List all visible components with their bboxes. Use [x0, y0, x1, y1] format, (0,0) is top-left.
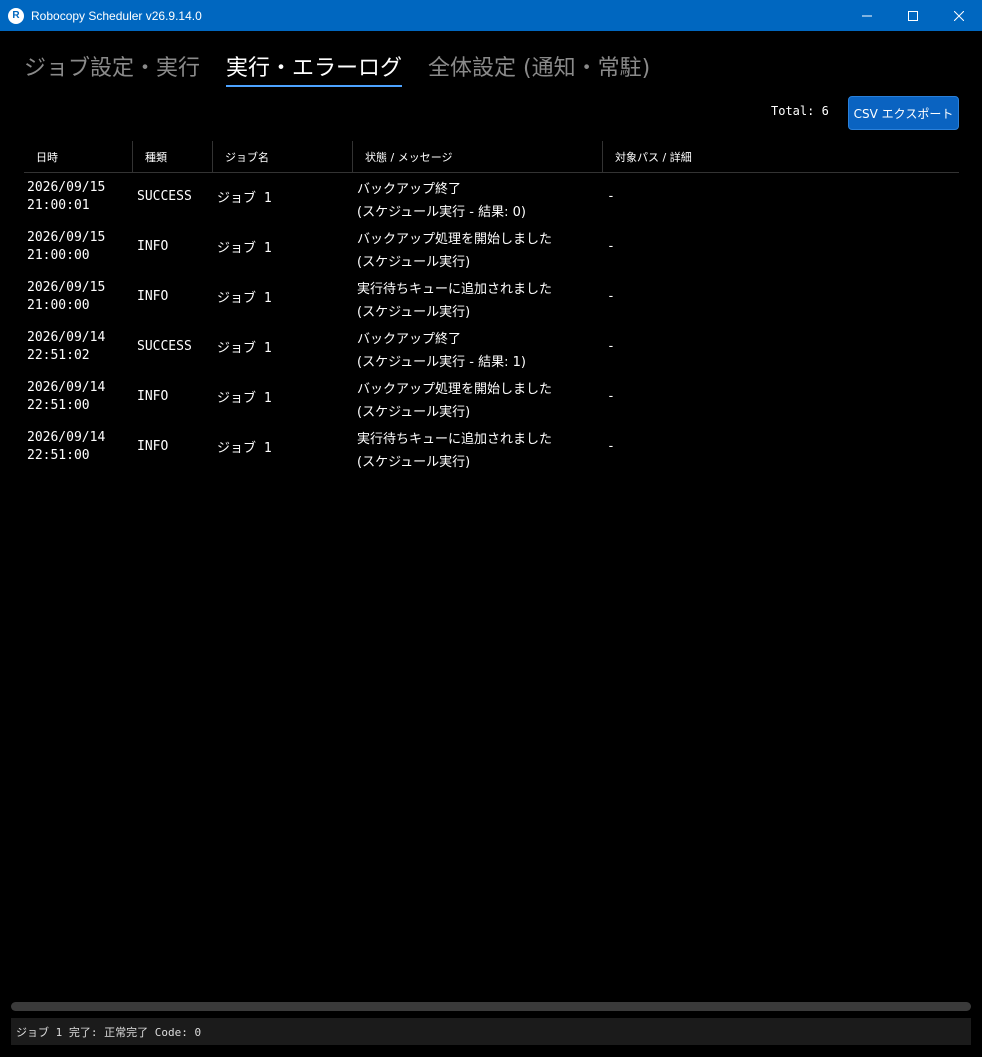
minimize-icon	[862, 15, 872, 16]
cell-type: INFO	[137, 239, 169, 254]
cell-datetime: 2026/09/15 21:00:01	[24, 173, 133, 223]
log-table: 日時 種類 ジョブ名 状態 / メッセージ 対象パス / 詳細 2026/09/15 21…	[24, 141, 959, 473]
app-logo-icon: R	[8, 7, 24, 24]
table-row[interactable]: 2026/09/14 22:51:00 INFO ジョブ 1 バックアップ処理を開始しま…	[24, 373, 959, 423]
header-job-name[interactable]: ジョブ名	[213, 141, 353, 172]
maximize-button[interactable]	[890, 0, 936, 31]
cell-time: 21:00:00	[27, 298, 90, 313]
tab-job-settings[interactable]: ジョブ設定・実行	[24, 50, 200, 87]
cell-message: バックアップ終了 (スケジュール実行 - 結果: 0)	[353, 173, 603, 223]
cell-time: 22:51:02	[27, 348, 90, 363]
window-controls	[844, 0, 982, 31]
cell-datetime: 2026/09/15 21:00:00	[24, 273, 133, 323]
close-icon	[954, 10, 964, 21]
cell-date: 2026/09/15	[27, 280, 106, 295]
cell-message-line1: バックアップ処理を開始しました	[357, 232, 553, 247]
cell-type: INFO	[137, 289, 169, 304]
cell-message-line1: 実行待ちキューに追加されました	[357, 282, 553, 297]
cell-message-line2: (スケジュール実行)	[357, 455, 471, 470]
tab-global-settings[interactable]: 全体設定 (通知・常駐)	[428, 50, 650, 87]
cell-message-line1: バックアップ処理を開始しました	[357, 382, 553, 397]
cell-type: INFO	[137, 439, 169, 454]
cell-type: SUCCESS	[137, 339, 192, 354]
cell-type: INFO	[137, 389, 169, 404]
cell-job-name: ジョブ 1	[217, 241, 272, 256]
cell-date: 2026/09/14	[27, 380, 106, 395]
cell-type: SUCCESS	[137, 189, 192, 204]
cell-time: 22:51:00	[27, 398, 90, 413]
cell-datetime: 2026/09/15 21:00:00	[24, 223, 133, 273]
cell-date: 2026/09/15	[27, 230, 106, 245]
cell-detail: -	[607, 289, 615, 304]
maximize-icon	[908, 10, 918, 21]
header-type[interactable]: 種類	[133, 141, 213, 172]
cell-message-line2: (スケジュール実行 - 結果: 0)	[357, 205, 526, 220]
cell-message: バックアップ終了 (スケジュール実行 - 結果: 1)	[353, 323, 603, 373]
cell-message: 実行待ちキューに追加されました (スケジュール実行)	[353, 273, 603, 323]
cell-message-line1: 実行待ちキューに追加されました	[357, 432, 553, 447]
title-bar: R Robocopy Scheduler v26.9.14.0	[0, 0, 982, 31]
cell-job-name: ジョブ 1	[217, 291, 272, 306]
header-target-path[interactable]: 対象パス / 詳細	[603, 141, 959, 172]
minimize-button[interactable]	[844, 0, 890, 31]
table-row[interactable]: 2026/09/15 21:00:00 INFO ジョブ 1 バックアップ処理を開始しま…	[24, 223, 959, 273]
header-datetime[interactable]: 日時	[24, 141, 133, 172]
close-button[interactable]	[936, 0, 982, 31]
tab-bar: ジョブ設定・実行 実行・エラーログ 全体設定 (通知・常駐)	[24, 50, 676, 90]
table-row[interactable]: 2026/09/14 22:51:00 INFO ジョブ 1 実行待ちキューに追加されま…	[24, 423, 959, 473]
cell-time: 22:51:00	[27, 448, 90, 463]
header-status-message[interactable]: 状態 / メッセージ	[353, 141, 603, 172]
cell-job-name: ジョブ 1	[217, 441, 272, 456]
cell-detail: -	[607, 339, 615, 354]
table-row[interactable]: 2026/09/14 22:51:02 SUCCESS ジョブ 1 バックアップ終了 (ス…	[24, 323, 959, 373]
cell-message: バックアップ処理を開始しました (スケジュール実行)	[353, 223, 603, 273]
cell-time: 21:00:00	[27, 248, 90, 263]
cell-message-line2: (スケジュール実行 - 結果: 1)	[357, 355, 526, 370]
tab-execution-log[interactable]: 実行・エラーログ	[226, 50, 403, 87]
cell-date: 2026/09/14	[27, 430, 106, 445]
window-title: Robocopy Scheduler v26.9.14.0	[31, 8, 202, 23]
total-count: Total: 6	[771, 104, 829, 118]
cell-datetime: 2026/09/14 22:51:02	[24, 323, 133, 373]
cell-datetime: 2026/09/14 22:51:00	[24, 423, 133, 473]
horizontal-scrollbar[interactable]	[11, 1002, 971, 1011]
cell-message: 実行待ちキューに追加されました (スケジュール実行)	[353, 423, 603, 473]
cell-message: バックアップ処理を開始しました (スケジュール実行)	[353, 373, 603, 423]
table-row[interactable]: 2026/09/15 21:00:00 INFO ジョブ 1 実行待ちキューに追加されま…	[24, 273, 959, 323]
cell-message-line2: (スケジュール実行)	[357, 255, 471, 270]
cell-message-line1: バックアップ終了	[357, 182, 462, 197]
table-header: 日時 種類 ジョブ名 状態 / メッセージ 対象パス / 詳細	[24, 141, 959, 173]
table-row[interactable]: 2026/09/15 21:00:01 SUCCESS ジョブ 1 バックアップ終了 (ス…	[24, 173, 959, 223]
table-body: 2026/09/15 21:00:01 SUCCESS ジョブ 1 バックアップ終了 (ス…	[24, 173, 959, 473]
cell-detail: -	[607, 239, 615, 254]
cell-job-name: ジョブ 1	[217, 341, 272, 356]
status-text: ジョブ 1 完了: 正常完了 Code: 0	[16, 1025, 202, 1039]
cell-job-name: ジョブ 1	[217, 191, 272, 206]
cell-datetime: 2026/09/14 22:51:00	[24, 373, 133, 423]
cell-detail: -	[607, 389, 615, 404]
cell-message-line1: バックアップ終了	[357, 332, 462, 347]
cell-message-line2: (スケジュール実行)	[357, 405, 471, 420]
cell-detail: -	[607, 189, 615, 204]
cell-detail: -	[607, 439, 615, 454]
cell-message-line2: (スケジュール実行)	[357, 305, 471, 320]
cell-job-name: ジョブ 1	[217, 391, 272, 406]
cell-date: 2026/09/14	[27, 330, 106, 345]
cell-date: 2026/09/15	[27, 180, 106, 195]
cell-time: 21:00:01	[27, 198, 90, 213]
status-bar: ジョブ 1 完了: 正常完了 Code: 0	[11, 1018, 971, 1045]
csv-export-button[interactable]: CSV エクスポート	[848, 96, 959, 130]
